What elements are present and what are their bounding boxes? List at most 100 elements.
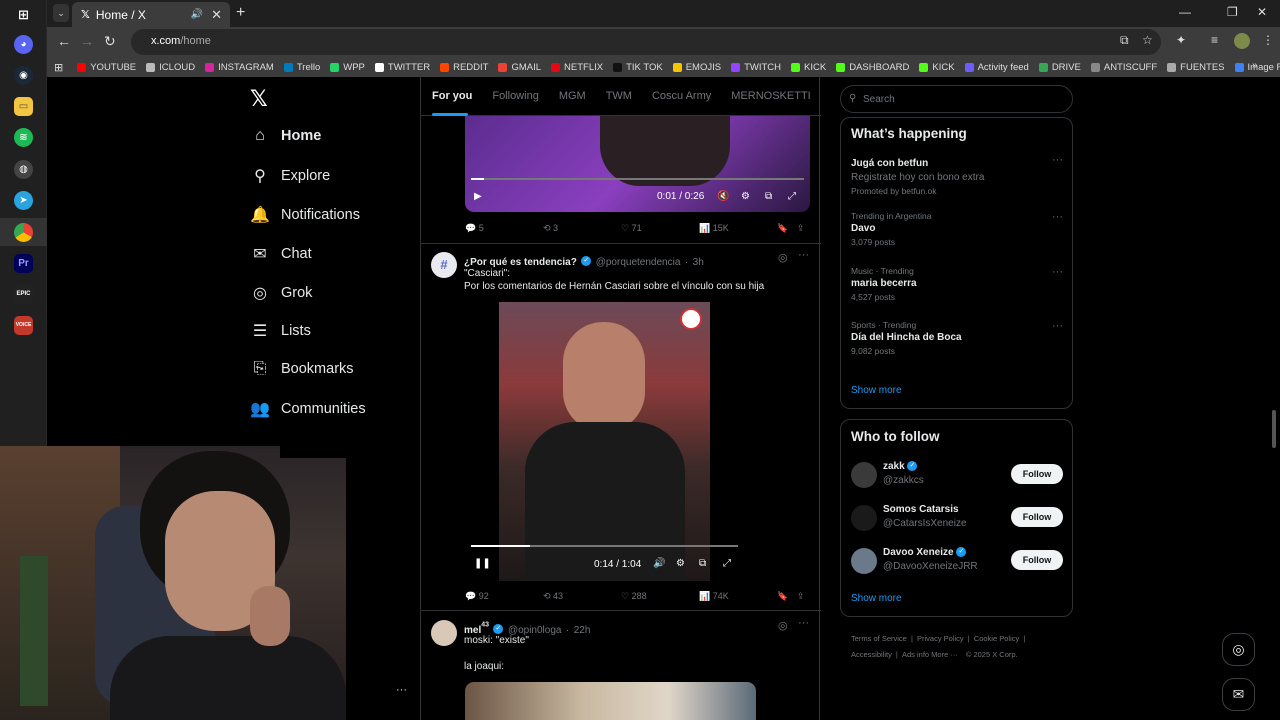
footer-link[interactable]: Accessibility [851,650,892,659]
footer-link[interactable]: Cookie Policy [974,634,1019,643]
bookmark-item[interactable]: Trello [283,62,320,73]
install-app-icon[interactable]: ⧉ [1120,33,1129,48]
apps-grid-icon[interactable]: ⊞ [54,61,63,74]
omnibox[interactable]: x.com/home [131,29,1161,55]
bookmark-item[interactable]: ANTISCUFF [1090,62,1157,73]
nav-notifications[interactable]: 🔔 Notifications [250,205,360,225]
settings-icon[interactable]: ⚙ [676,558,685,569]
trend-more-icon[interactable]: ··· [1052,266,1063,278]
follow-button[interactable]: Follow [1011,507,1063,527]
minimize-icon[interactable]: — [1179,5,1191,19]
chrome-icon[interactable] [14,223,33,242]
grok-fab-icon[interactable]: ◎ [1222,633,1255,666]
nav-lists[interactable]: ☰ Lists [250,321,311,341]
epic-games-icon[interactable]: EPIC [14,285,33,304]
volume-icon[interactable]: 🔊 [653,558,665,569]
back-icon[interactable]: ← [57,33,71,49]
bookmark-item[interactable]: ICLOUD [146,62,195,73]
tweet-age[interactable]: 3h [693,257,704,268]
forward-icon[interactable]: → [80,33,94,49]
bookmark-item[interactable]: YOUTUBE [77,62,136,73]
bookmark-item[interactable]: DASHBOARD [836,62,909,73]
extensions-icon[interactable]: ✦ [1176,33,1186,47]
tweet2-video[interactable]: ❚❚ 0:14 / 1:04 🔊 ⚙ ⧉ ⤢ [465,302,744,581]
bookmark-item[interactable]: WPP [330,62,365,73]
page-scrollbar-thumb[interactable] [1272,410,1276,448]
feed-tab[interactable]: Coscu Army [652,90,711,102]
trend-item[interactable]: Sports · Trending Día del Hincha de Boca 9… [851,320,1063,356]
tweet3-image[interactable] [465,682,756,720]
share-icon[interactable]: ⇪ [797,223,805,234]
follow-avatar[interactable] [851,548,877,574]
reply-button[interactable]: 💬 92 [465,591,489,602]
browser-tab[interactable]: 𝕏 Home / X 🔊 ✕ [72,2,230,27]
bookmark-icon[interactable]: 🔖 [777,223,788,234]
porquetendencia-avatar[interactable]: # [431,252,457,278]
folder-icon[interactable]: ▭ [14,97,33,116]
follow-button[interactable]: Follow [1011,464,1063,484]
nav-communities[interactable]: 👥 Communities [250,399,366,419]
show-more-follow-link[interactable]: Show more [851,593,902,604]
reading-list-icon[interactable]: ≡ [1211,33,1218,47]
trend-item[interactable]: Trending in Argentina Davo 3,079 posts ··· [851,211,1063,247]
footer-link[interactable]: Terms of Service [851,634,907,643]
follow-suggestion[interactable]: zakk ✓ @zakkcs Follow [851,460,1063,492]
bookmark-item[interactable]: EMOJIS [672,62,721,73]
bookmark-item[interactable]: FUENTES [1167,62,1225,73]
mute-icon[interactable]: 🔇 [717,191,729,202]
nav-grok[interactable]: ◎ Grok [250,283,312,303]
restore-icon[interactable]: ❐ [1227,5,1238,19]
follow-suggestion[interactable]: Somos Catarsis @CatarsIsXeneize Follow [851,503,1063,535]
feed-tab[interactable]: MGM [559,90,586,102]
tweet-age[interactable]: 22h [574,625,591,636]
new-tab-button[interactable]: + [236,4,245,22]
bookmark-item[interactable]: TIK TOK [613,62,663,73]
tweet1-video[interactable]: ▶ 0:01 / 0:26 🔇 ⚙ ⧉ ⤢ [465,116,810,212]
nav-home[interactable]: ⌂ Home [250,127,321,145]
premiere-icon[interactable]: Pr [14,254,33,273]
repost-button[interactable]: ⟲ 3 [543,223,558,234]
x-logo-icon[interactable]: 𝕏 [250,86,268,112]
reload-icon[interactable]: ↻ [104,33,116,50]
spotify-icon[interactable]: ≋ [14,128,33,147]
play-icon[interactable]: ▶ [474,191,482,202]
search-input[interactable]: ⚲ Search [840,85,1073,113]
bookmark-item[interactable]: TWITCH [731,62,781,73]
close-tab-icon[interactable]: ✕ [211,7,222,23]
messages-fab-icon[interactable]: ✉ [1222,678,1255,711]
nav-explore[interactable]: ⚲ Explore [250,166,330,186]
feed-tab[interactable]: TWM [606,90,632,102]
more-options-icon[interactable]: ··· [798,249,809,261]
settings-icon[interactable]: ⚙ [741,191,750,202]
feed-tab[interactable]: MERNOSKETTI [731,90,810,102]
account-more-icon[interactable]: ··· [396,684,407,696]
follow-avatar[interactable] [851,462,877,488]
tab-search-button[interactable]: ⌄ [53,4,69,22]
audio-playing-icon[interactable]: 🔊 [191,9,203,20]
mel-avatar[interactable] [431,620,457,646]
trend-more-icon[interactable]: ··· [1052,320,1063,332]
windows-logo-icon[interactable]: ⊞ [14,5,33,24]
bookmark-item[interactable]: NETFLIX [551,62,603,73]
views-button[interactable]: 📊 15K [699,223,729,234]
footer-link[interactable]: More ··· [931,650,958,659]
bookmark-icon[interactable]: 🔖 [777,591,788,602]
fullscreen-icon[interactable]: ⤢ [723,558,731,569]
pause-icon[interactable]: ❚❚ [474,558,491,569]
trend-item[interactable]: Music · Trending maria becerra 4,527 posts… [851,266,1063,302]
follow-button[interactable]: Follow [1011,550,1063,570]
obs-icon[interactable]: ◍ [14,160,33,179]
bookmark-item[interactable]: INSTAGRAM [205,62,274,73]
follow-suggestion[interactable]: Davoo Xeneize ✓ @DavooXeneizeJRR Follow [851,546,1063,578]
like-button[interactable]: ♡ 288 [621,591,647,602]
footer-link[interactable]: Privacy Policy [917,634,964,643]
nav-bookmarks[interactable]: ⎘ Bookmarks [250,360,354,378]
bookmark-item[interactable]: Activity feed [964,62,1029,73]
voice-app-icon[interactable]: VOICE [14,316,33,335]
trend-item[interactable]: Jugá con betfun Registrate hoy con bono e… [851,154,1063,196]
window-close-icon[interactable]: ✕ [1257,5,1267,19]
video-progress-track[interactable] [471,178,804,180]
show-more-trends-link[interactable]: Show more [851,385,902,396]
more-options-icon[interactable]: ··· [798,617,809,629]
bookmark-item[interactable]: TWITTER [374,62,430,73]
